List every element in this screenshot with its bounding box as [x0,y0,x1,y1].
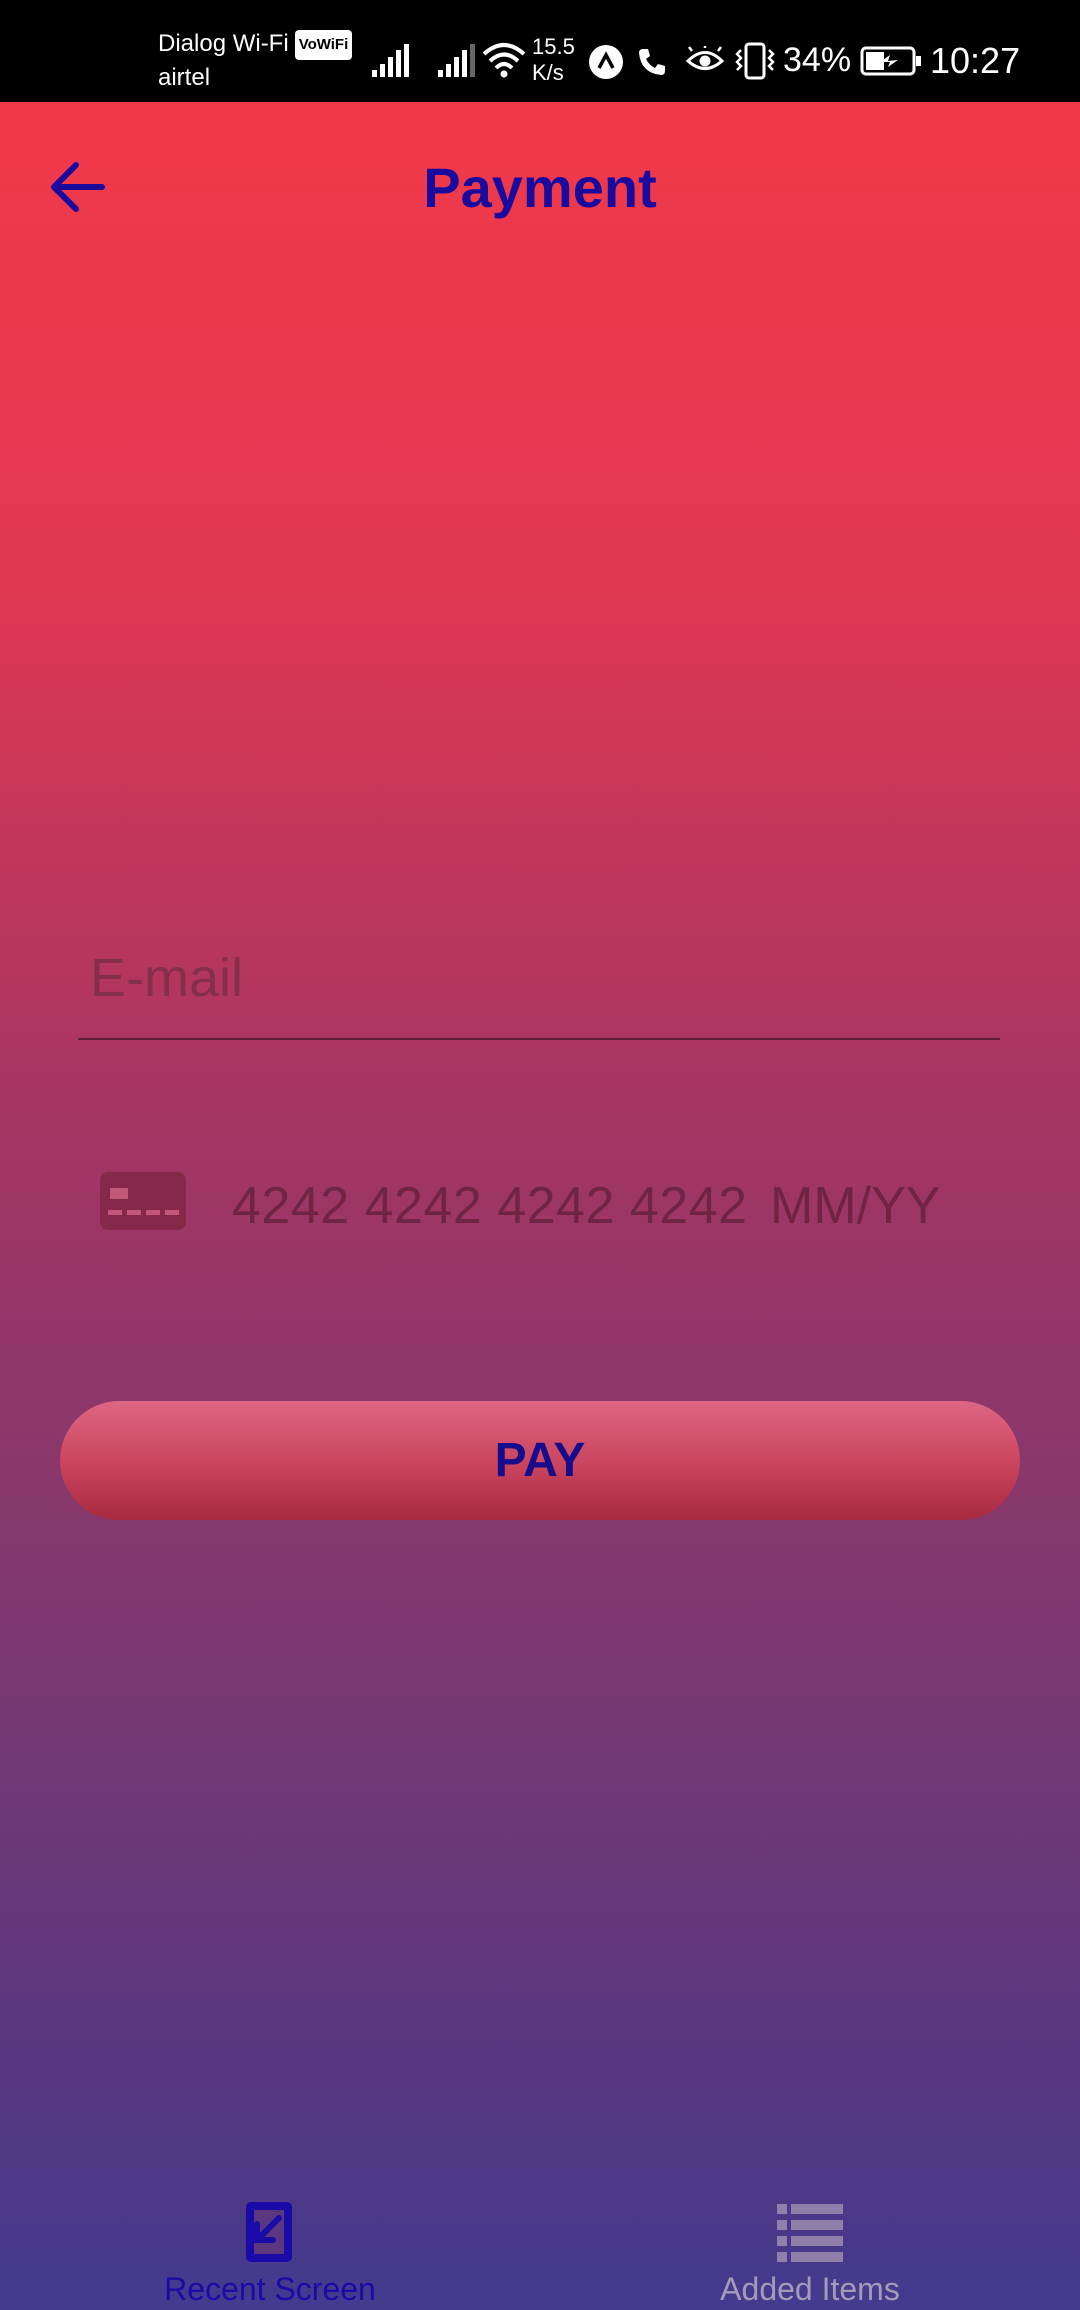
nav-label-added-items: Added Items [720,2271,900,2307]
bottom-navigation: Recent Screen Added Items [0,2190,1080,2310]
nav-item-added-items[interactable]: Added Items [640,2190,980,2310]
page-title: Payment [423,156,657,219]
pay-button[interactable]: PAY [60,1401,1020,1520]
payment-screen: Dialog Wi-Fi VoWiFi airtel 15.5 K/s 34% … [0,0,1080,2310]
nav-label-recent-screen: Recent Screen [164,2271,376,2307]
net-speed-value: 15.5 [532,34,575,59]
clock: 10:27 [930,40,1021,81]
credit-card-icon [100,1172,186,1230]
net-speed: 15.5 K/s [532,34,575,86]
card-expiry-input[interactable]: MM/YY [770,1174,940,1238]
carrier-primary: Dialog Wi-Fi VoWiFi [158,30,353,60]
net-speed-unit: K/s [532,60,564,85]
status-bar: Dialog Wi-Fi VoWiFi airtel 15.5 K/s 34% … [0,0,1080,102]
recent-screen-icon [246,2202,292,2262]
email-input[interactable] [90,938,990,1018]
carrier-primary-label: Dialog Wi-Fi [158,30,289,57]
nav-app-icon [589,45,623,79]
wifi-icon [482,43,526,78]
signal-icon [438,44,475,77]
carrier-secondary: airtel [158,64,211,91]
vowifi-badge: VoWiFi [294,30,353,60]
battery-icon [860,46,921,76]
signal-icon [372,44,409,77]
list-icon [777,2204,843,2262]
card-number-input[interactable]: 4242 4242 4242 4242 [232,1174,748,1238]
email-field[interactable] [78,920,1000,1040]
nav-item-recent-screen[interactable]: Recent Screen [100,2190,440,2310]
eye-icon [686,46,724,70]
phone-icon [639,49,665,75]
pay-button-label: PAY [494,1434,586,1487]
battery-percent: 34% [783,41,852,79]
card-input-row[interactable]: 4242 4242 4242 4242 MM/YY [78,1150,1000,1270]
vibrate-icon [735,42,775,80]
